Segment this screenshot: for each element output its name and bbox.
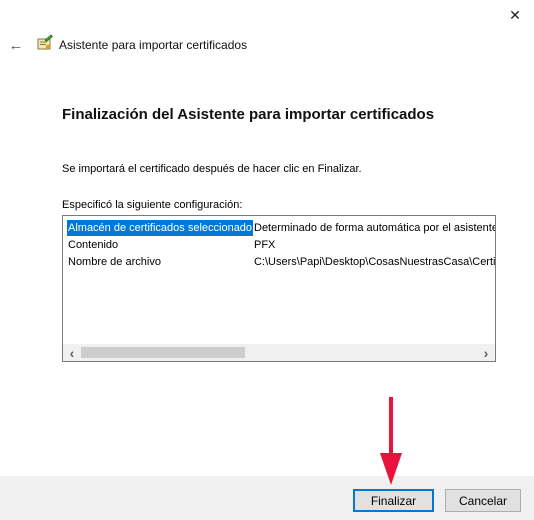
close-icon: ✕ [509,6,521,23]
setting-name: Nombre de archivo [68,256,161,268]
finish-button[interactable]: Finalizar [353,489,434,512]
setting-value: PFX [254,239,276,251]
setting-name: Contenido [68,239,119,251]
configuration-label: Especificó la siguiente configuración: [62,199,243,211]
horizontal-scrollbar[interactable]: ‹ › [63,344,495,361]
chevron-left-icon: ‹ [69,344,75,361]
back-button[interactable]: ← [6,35,26,55]
setting-value: Determinado de forma automática por el a… [254,222,496,234]
scroll-left-button[interactable]: ‹ [65,344,79,361]
scroll-right-button[interactable]: › [479,344,493,361]
settings-listbox[interactable]: Almacén de certificados seleccionado Det… [62,215,496,362]
scrollbar-thumb[interactable] [81,347,245,358]
chevron-right-icon: › [483,344,489,361]
certificate-wizard-icon [37,34,54,50]
back-arrow-icon: ← [8,36,24,54]
page-heading: Finalización del Asistente para importar… [62,106,435,123]
setting-value: C:\Users\Papi\Desktop\CosasNuestrasCasa\… [254,256,496,268]
annotation-arrow-icon [380,397,402,485]
window-title: Asistente para importar certificados [59,38,248,52]
description-text: Se importará el certificado después de h… [62,163,362,175]
close-button[interactable]: ✕ [502,4,528,26]
setting-name: Almacén de certificados seleccionado [67,220,254,236]
cancel-button[interactable]: Cancelar [445,489,521,512]
